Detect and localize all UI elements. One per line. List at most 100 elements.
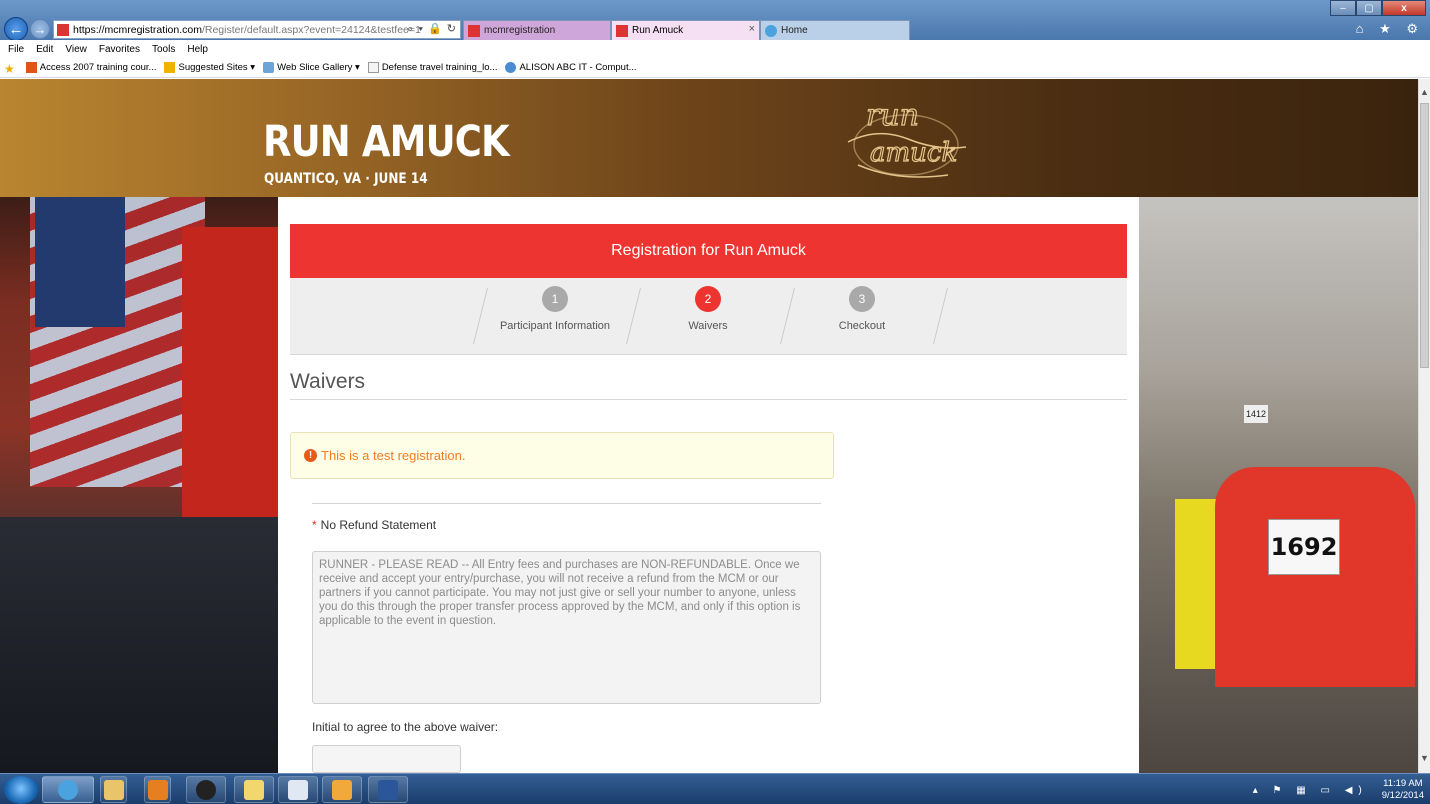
menu-file[interactable]: File xyxy=(8,44,24,55)
address-controls[interactable]: ⌕ ▾ 🔒 ↻ xyxy=(407,22,457,36)
us-flag-canton xyxy=(35,197,125,327)
step-waivers: 2 Waivers xyxy=(633,286,783,332)
alert-text: This is a test registration. xyxy=(321,448,466,463)
clock-time: 11:19 AM xyxy=(1383,778,1423,789)
tab-mcmregistration[interactable]: mcmregistration xyxy=(463,20,611,40)
globe-icon xyxy=(505,62,517,73)
menu-edit[interactable]: Edit xyxy=(36,44,53,55)
app-icon xyxy=(244,779,264,800)
taskbar-outlook[interactable] xyxy=(322,776,362,803)
menu-tools[interactable]: Tools xyxy=(152,44,175,55)
clock[interactable]: 11:19 AM 9/12/2014 xyxy=(1382,778,1424,802)
web-slice-icon xyxy=(263,62,275,73)
tab-favicon xyxy=(616,24,628,37)
taskbar-explorer[interactable] xyxy=(100,776,127,803)
marines-color-guard xyxy=(0,517,278,773)
menu-view[interactable]: View xyxy=(65,44,87,55)
scroll-down-button[interactable]: ▼ xyxy=(1419,753,1430,767)
ie-icon xyxy=(765,24,777,37)
taskbar-media-player[interactable] xyxy=(144,776,171,803)
page-scrollbar[interactable]: ▲ ▼ xyxy=(1418,79,1430,773)
event-banner: RUN AMUCK QUANTICO, VA · JUNE 14 run amu… xyxy=(0,79,1418,197)
ie-icon xyxy=(58,779,78,800)
page-icon xyxy=(367,62,379,73)
address-path: /Register/default.aspx?event=24124&testf… xyxy=(201,23,421,36)
forward-button[interactable]: → xyxy=(30,19,50,39)
required-marker: * xyxy=(312,518,317,532)
hp-icon xyxy=(196,779,216,800)
taskbar-window[interactable] xyxy=(278,776,318,803)
tab-label: Run Amuck xyxy=(632,25,684,36)
word-icon xyxy=(378,779,398,800)
tab-home[interactable]: Home xyxy=(760,20,910,40)
waiver-label-text: No Refund Statement xyxy=(320,518,437,532)
favorite-link[interactable]: ALISON ABC IT - Comput... xyxy=(505,62,637,73)
favorite-label: Defense travel training_lo... xyxy=(381,62,498,73)
logo-text-amuck: amuck xyxy=(870,138,957,168)
favorite-label: Access 2007 training cour... xyxy=(39,62,157,73)
scroll-thumb[interactable] xyxy=(1420,103,1429,368)
menu-help[interactable]: Help xyxy=(187,44,208,55)
tab-label: mcmregistration xyxy=(484,25,556,36)
page-title: Waivers xyxy=(290,370,366,393)
race-bib: 1692 xyxy=(1268,519,1340,575)
system-tray: ▴ ⚑ ▦ ▭ ◀) 11:19 AM 9/12/2014 xyxy=(1253,778,1424,802)
site-favicon xyxy=(57,23,69,36)
favorites-bar: ★ Access 2007 training cour... Suggested… xyxy=(0,58,1430,78)
folder-icon xyxy=(103,779,124,800)
close-window-button[interactable]: x xyxy=(1382,0,1426,16)
event-subtitle: QUANTICO, VA · JUNE 14 xyxy=(264,171,428,187)
favorite-link[interactable]: Access 2007 training cour... xyxy=(25,62,157,73)
media-player-icon xyxy=(147,779,168,800)
logo-text-run: run xyxy=(866,98,919,133)
favorites-star-button[interactable]: ★ xyxy=(4,62,18,76)
menu-bar: File Edit View Favorites Tools Help xyxy=(0,40,1430,58)
bing-icon xyxy=(164,62,176,73)
address-host: https://mcmregistration.com xyxy=(73,23,202,36)
scroll-up-button[interactable]: ▲ xyxy=(1419,87,1430,101)
maximize-button[interactable]: ▢ xyxy=(1356,0,1382,16)
color-guard-photo xyxy=(0,197,278,773)
step-label: Waivers xyxy=(688,320,728,332)
back-button[interactable]: ← xyxy=(4,17,28,41)
favorite-link[interactable]: Web Slice Gallery ▾ xyxy=(263,62,360,73)
clock-date: 9/12/2014 xyxy=(1381,790,1424,801)
favorite-link[interactable]: Defense travel training_lo... xyxy=(367,62,498,73)
initial-label: Initial to agree to the above waiver: xyxy=(312,720,499,734)
run-amuck-logo: run amuck xyxy=(847,97,967,178)
registration-panel: Registration for Run Amuck 1 Participant… xyxy=(278,212,1139,773)
tray-icons[interactable]: ▴ ⚑ ▦ ▭ ◀) xyxy=(1253,785,1368,796)
address-bar[interactable]: https://mcmregistration.com/Register/def… xyxy=(53,20,461,39)
race-bib-small: 1412 xyxy=(1244,405,1268,423)
warning-icon: ! xyxy=(304,449,317,462)
page-viewport: RUN AMUCK QUANTICO, VA · JUNE 14 run amu… xyxy=(0,79,1418,773)
taskbar-hp[interactable] xyxy=(186,776,226,803)
initial-input[interactable] xyxy=(312,745,461,773)
test-registration-alert: ! This is a test registration. xyxy=(290,432,834,479)
taskbar-word[interactable] xyxy=(368,776,408,803)
tab-run-amuck[interactable]: Run Amuck × xyxy=(611,20,760,40)
menu-favorites[interactable]: Favorites xyxy=(99,44,140,55)
taskbar-internet-explorer[interactable] xyxy=(42,776,94,803)
home-favorites-tools-icons[interactable]: ⌂ ★ ⚙ xyxy=(1356,21,1424,37)
tab-label: Home xyxy=(781,25,808,36)
step-number: 1 xyxy=(542,286,568,312)
start-button[interactable] xyxy=(4,776,38,804)
step-checkout: 3 Checkout xyxy=(787,286,937,332)
office-icon xyxy=(25,62,37,73)
taskbar-app[interactable] xyxy=(234,776,274,803)
favorite-link[interactable]: Suggested Sites ▾ xyxy=(164,62,255,73)
step-number: 3 xyxy=(849,286,875,312)
outlook-icon xyxy=(332,779,352,800)
tab-close-button[interactable]: × xyxy=(749,23,755,35)
waiver-textarea[interactable]: RUNNER - PLEASE READ -- All Entry fees a… xyxy=(312,551,821,704)
window-icon xyxy=(288,779,308,800)
step-label: Checkout xyxy=(838,320,886,332)
favorite-label: ALISON ABC IT - Comput... xyxy=(519,62,637,73)
step-participant-information: 1 Participant Information xyxy=(480,286,630,332)
divider xyxy=(290,399,1127,400)
favorite-label: Web Slice Gallery ▾ xyxy=(277,62,360,73)
minimize-button[interactable]: – xyxy=(1330,0,1356,16)
favorite-label: Suggested Sites ▾ xyxy=(178,62,256,73)
divider xyxy=(312,503,821,504)
